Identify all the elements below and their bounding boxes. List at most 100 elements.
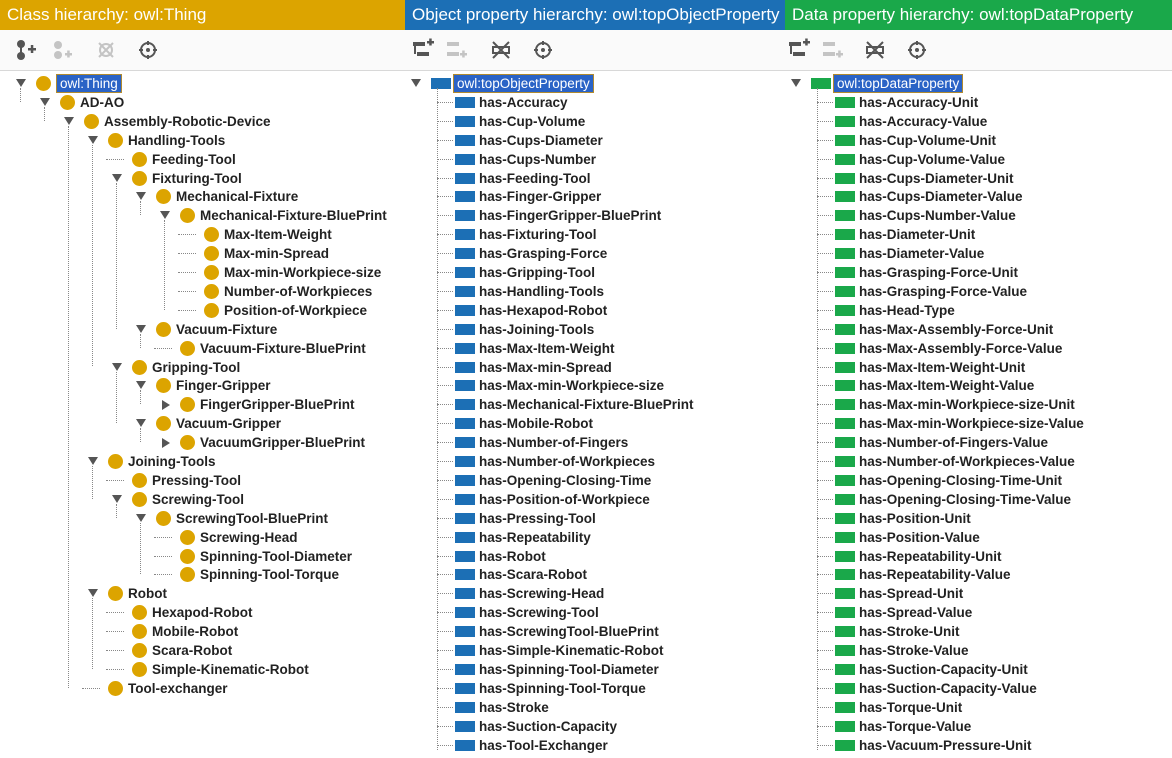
add-subproperty-icon[interactable] [787,38,811,62]
class-node-icon [180,529,195,545]
tree-connector [817,120,833,122]
property-label: has-Hexapod-Robot [479,302,608,318]
add-sibling-property-icon[interactable] [445,38,469,62]
data-property-icon [835,96,855,108]
tree-connector [817,631,833,633]
class-node-icon [108,132,123,148]
add-subclass-icon[interactable] [14,38,38,62]
data-property-icon [835,663,855,675]
collapse-toggle-icon[interactable] [112,362,122,371]
collapse-toggle-icon[interactable] [112,494,122,503]
tree-connector [817,574,833,576]
delete-class-icon[interactable] [94,38,118,62]
expand-toggle-icon[interactable] [162,400,170,411]
root-property-label: owl:topObjectProperty [453,74,594,93]
object-property-icon [455,229,475,241]
tree-connector [178,290,196,292]
data-property-icon [835,229,855,241]
data-property-icon [835,474,855,486]
class-label: Screwing-Tool [152,491,245,507]
data-property-icon [835,115,855,127]
tree-connector [437,593,453,595]
tree-connector [817,101,833,103]
object-property-icon [455,720,475,732]
watch-icon[interactable] [905,38,929,62]
collapse-toggle-icon[interactable] [160,211,170,220]
collapse-toggle-icon[interactable] [88,457,98,465]
tree-connector [437,272,453,273]
tree-connector [817,347,833,349]
property-label: has-Joining-Tools [479,321,595,337]
collapse-toggle-icon[interactable] [411,79,421,87]
collapse-toggle-icon[interactable] [791,79,801,87]
property-label: has-Torque-Value [859,718,972,734]
object-property-icon [431,78,451,89]
data-property-toolbar [785,30,1172,71]
property-label: has-Finger-Gripper [479,189,602,205]
watch-icon[interactable] [136,38,160,62]
property-label: has-Cups-Number [479,151,597,167]
tree-connector [106,631,124,633]
tree-connector [437,725,453,727]
data-property-icon [835,172,855,184]
tree-connector [817,536,833,538]
tree-connector [106,612,124,614]
tree-connector [106,668,124,670]
tree-connector [437,234,453,236]
data-property-icon [835,569,855,581]
object-property-icon [455,531,475,543]
class-label: Spinning-Tool-Diameter [200,548,352,564]
class-label: Number-of-Workpieces [224,283,373,299]
collapse-toggle-icon[interactable] [136,513,146,522]
property-label: has-Spinning-Tool-Diameter [479,661,659,677]
property-label: has-Mobile-Robot [479,416,593,432]
delete-property-icon[interactable] [863,38,887,62]
tree-connector [817,290,833,292]
tree-connector [437,366,453,368]
class-node-icon [180,340,195,356]
object-property-icon [455,361,475,373]
object-property-icon [455,323,475,335]
class-label: Finger-Gripper [176,378,271,394]
collapse-toggle-icon[interactable] [136,192,146,201]
data-property-icon [835,304,855,316]
add-subproperty-icon[interactable] [411,38,435,62]
data-property-header: Data property hierarchy: owl:topDataProp… [785,0,1172,30]
data-property-icon [835,493,855,505]
tree-connector [106,479,124,481]
property-label: has-Max-min-Workpiece-size [479,378,665,394]
collapse-toggle-icon[interactable] [88,589,98,598]
collapse-toggle-icon[interactable] [112,173,122,182]
object-property-icon [455,418,475,430]
delete-property-icon[interactable] [489,38,513,62]
object-property-icon [455,210,475,222]
add-sibling-property-icon[interactable] [821,38,845,62]
collapse-toggle-icon[interactable] [64,116,74,125]
object-property-icon [455,304,475,316]
object-property-header: Object property hierarchy: owl:topObject… [405,0,785,30]
collapse-toggle-icon[interactable] [16,79,26,87]
collapse-toggle-icon[interactable] [136,381,146,390]
class-node-icon [204,283,219,299]
class-label: owl:Thing [56,74,122,93]
property-label: has-Head-Type [859,302,955,318]
collapse-toggle-icon[interactable] [88,135,98,144]
expand-toggle-icon[interactable] [162,438,170,449]
add-sibling-class-icon[interactable] [50,38,74,62]
watch-icon[interactable] [531,38,555,62]
collapse-toggle-icon[interactable] [40,97,50,106]
tree-guide-line [44,106,45,121]
property-label: has-Stroke [479,699,549,715]
class-node-icon [132,491,147,507]
data-property-icon [835,512,855,524]
collapse-toggle-icon[interactable] [136,419,146,428]
collapse-toggle-icon[interactable] [136,324,146,333]
tree-connector [437,706,453,708]
tree-connector [437,479,453,481]
tree-connector [178,309,196,311]
property-label: has-Max-Item-Weight-Value [859,378,1035,394]
tree-connector [437,650,453,651]
tree-connector [437,404,453,406]
tree-guide-line [140,390,141,405]
tree-connector [106,158,124,160]
